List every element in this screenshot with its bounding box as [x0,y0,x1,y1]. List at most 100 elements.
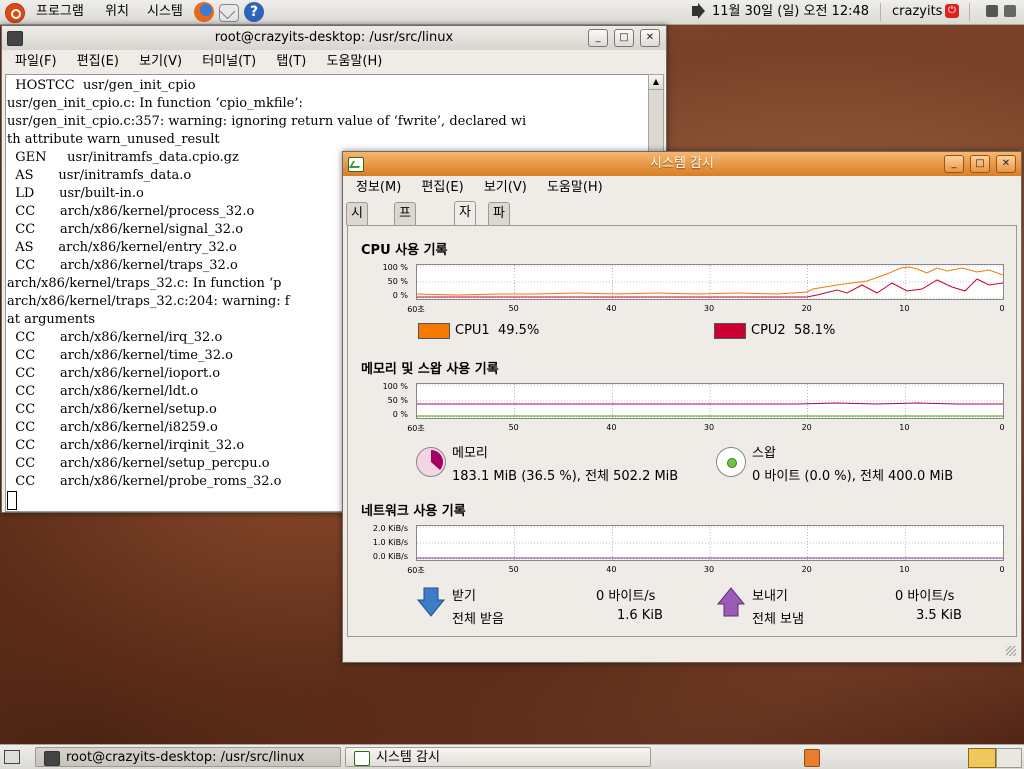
x-tick-label: 20 [801,565,812,574]
receive-label: 받기 [452,589,476,604]
power-icon[interactable]: ⏻ [945,4,959,18]
memory-line [417,402,1003,405]
menu-terminal[interactable]: 터미널(T) [194,51,264,73]
maximize-button[interactable]: □ [614,29,634,47]
send-total: 3.5 KiB [916,608,962,623]
taskbar-item-terminal[interactable]: root@crazyits-desktop: /usr/src/linux [35,747,341,767]
close-button[interactable]: ✕ [996,155,1016,173]
x-tick-label: 0 [999,304,1005,313]
x-tick-label: 0 [999,565,1005,574]
task-label: 시스템 감시 [376,750,440,765]
menu-view[interactable]: 보기(V) [131,51,190,73]
top-panel: 프로그램 위치 시스템 ? 11월 30일 (일) 오전 12:48 crazy… [0,0,1024,25]
x-tick-label: 60초 [407,566,425,575]
cpu2-color-swatch[interactable] [714,323,746,339]
tab-resources[interactable]: 자원 [454,201,476,242]
task-label: root@crazyits-desktop: /usr/src/linux [66,750,305,765]
menu-tabs[interactable]: 탭(T) [268,51,314,73]
firefox-icon[interactable] [194,2,214,22]
sysmon-menubar: 정보(M) 편집(E) 보기(V) 도움말(H) [348,177,1021,199]
clock[interactable]: 11월 30일 (일) 오전 12:48 [712,0,869,24]
scroll-up-arrow-icon[interactable]: ▲ [649,75,663,90]
memory-value: 183.1 MiB (36.5 %), 전체 502.2 MiB [452,469,679,484]
send-label: 보내기 [752,589,788,604]
cpu-history-graph [416,264,1004,300]
cpu1-color-swatch[interactable] [418,323,450,339]
user-name[interactable]: crazyits [892,0,942,24]
x-tick-label: 30 [703,423,715,432]
cpu2-value: 58.1% [794,323,836,338]
x-tick-label: 0 [999,423,1005,432]
net-grid [417,526,1003,560]
net-y-tick: 2.0 KiB/s [372,524,408,533]
places-menu[interactable]: 위치 [105,0,129,24]
workspace-switcher-2[interactable] [996,748,1022,768]
menu-view[interactable]: 보기(V) [476,177,535,199]
volume-icon[interactable] [692,3,705,19]
tab-filesystems[interactable]: 파일시스템 [488,202,510,309]
swap-dot [727,458,737,468]
x-tick-label: 40 [606,423,617,432]
menu-monitor[interactable]: 정보(M) [348,177,409,199]
net-y-tick: 1.0 KiB/s [372,538,408,547]
terminal-title: root@crazyits-desktop: /usr/src/linux [214,30,454,45]
menu-file[interactable]: 파일(F) [7,51,65,73]
panel-separator [880,3,881,21]
memory-pie-icon [416,447,446,477]
x-tick-label: 50 [508,565,519,574]
cpu-section-title: CPU 사용 기록 [361,243,448,258]
menu-edit[interactable]: 편집(E) [69,51,127,73]
network-icon[interactable] [1004,5,1016,17]
x-tick-label: 50 [508,423,519,432]
x-tick-label: 10 [899,423,910,432]
send-arrow-icon [716,587,746,617]
maximize-button[interactable]: □ [970,155,990,173]
menu-help[interactable]: 도움말(H) [539,177,611,199]
applications-menu[interactable]: 프로그램 [36,0,84,24]
resize-grip[interactable] [1006,646,1016,656]
minimize-button[interactable]: _ [944,155,964,173]
send-rate: 0 바이트/s [895,589,955,604]
mem-y-tick: 0 % [392,410,408,419]
receive-arrow-icon [416,587,446,617]
mail-icon[interactable] [219,4,239,22]
x-tick-label: 30 [703,304,715,313]
cpu1-label: CPU1 [455,323,490,338]
network-history-graph [416,525,1004,561]
x-tick-label: 60초 [407,305,425,314]
memory-pie-slice [431,450,444,470]
send-total-label: 전체 보냄 [752,612,804,627]
swap-pie-icon [716,447,746,477]
close-button[interactable]: ✕ [640,29,660,47]
resources-panel: CPU 사용 기록 100 % 50 % 0 % CPU1 49.5% CPU2… [347,225,1017,637]
x-tick-label: 60초 [407,424,425,433]
x-tick-label: 10 [899,565,910,574]
receive-total: 1.6 KiB [617,608,663,623]
workspace-switcher[interactable] [968,748,996,768]
mem-y-tick: 100 % [382,382,408,391]
tab-processes[interactable]: 프로세스 [394,202,416,287]
taskbar-item-system-monitor[interactable]: 시스템 감시 [345,747,651,767]
terminal-titlebar[interactable]: root@crazyits-desktop: /usr/src/linux _ … [2,26,666,50]
ubuntu-logo-icon[interactable] [5,3,25,23]
x-tick-label: 40 [606,304,617,313]
tab-system[interactable]: 시스템 [346,202,368,265]
terminal-line: th attribute warn_unused_result [7,132,220,147]
show-desktop-icon[interactable] [4,750,20,764]
minimize-button[interactable]: _ [588,29,608,47]
trash-icon[interactable] [804,749,820,767]
memory-history-graph [416,383,1004,419]
terminal-line: usr/gen_init_cpio.c: In function ‘cpio_m… [7,96,303,111]
terminal-icon [44,751,60,766]
help-icon[interactable]: ? [244,2,264,22]
menu-help[interactable]: 도움말(H) [319,51,391,73]
menu-edit[interactable]: 편집(E) [413,177,471,199]
mem-grid [417,384,1003,418]
memory-label: 메모리 [452,446,488,461]
network-section-title: 네트워크 사용 기록 [361,504,466,519]
cpu-y-tick: 0 % [392,291,408,300]
x-tick-label: 30 [703,565,715,574]
battery-icon[interactable] [986,5,998,17]
sysmon-titlebar[interactable]: 시스템 감시 _ □ ✕ [343,152,1021,176]
system-menu[interactable]: 시스템 [147,0,183,24]
